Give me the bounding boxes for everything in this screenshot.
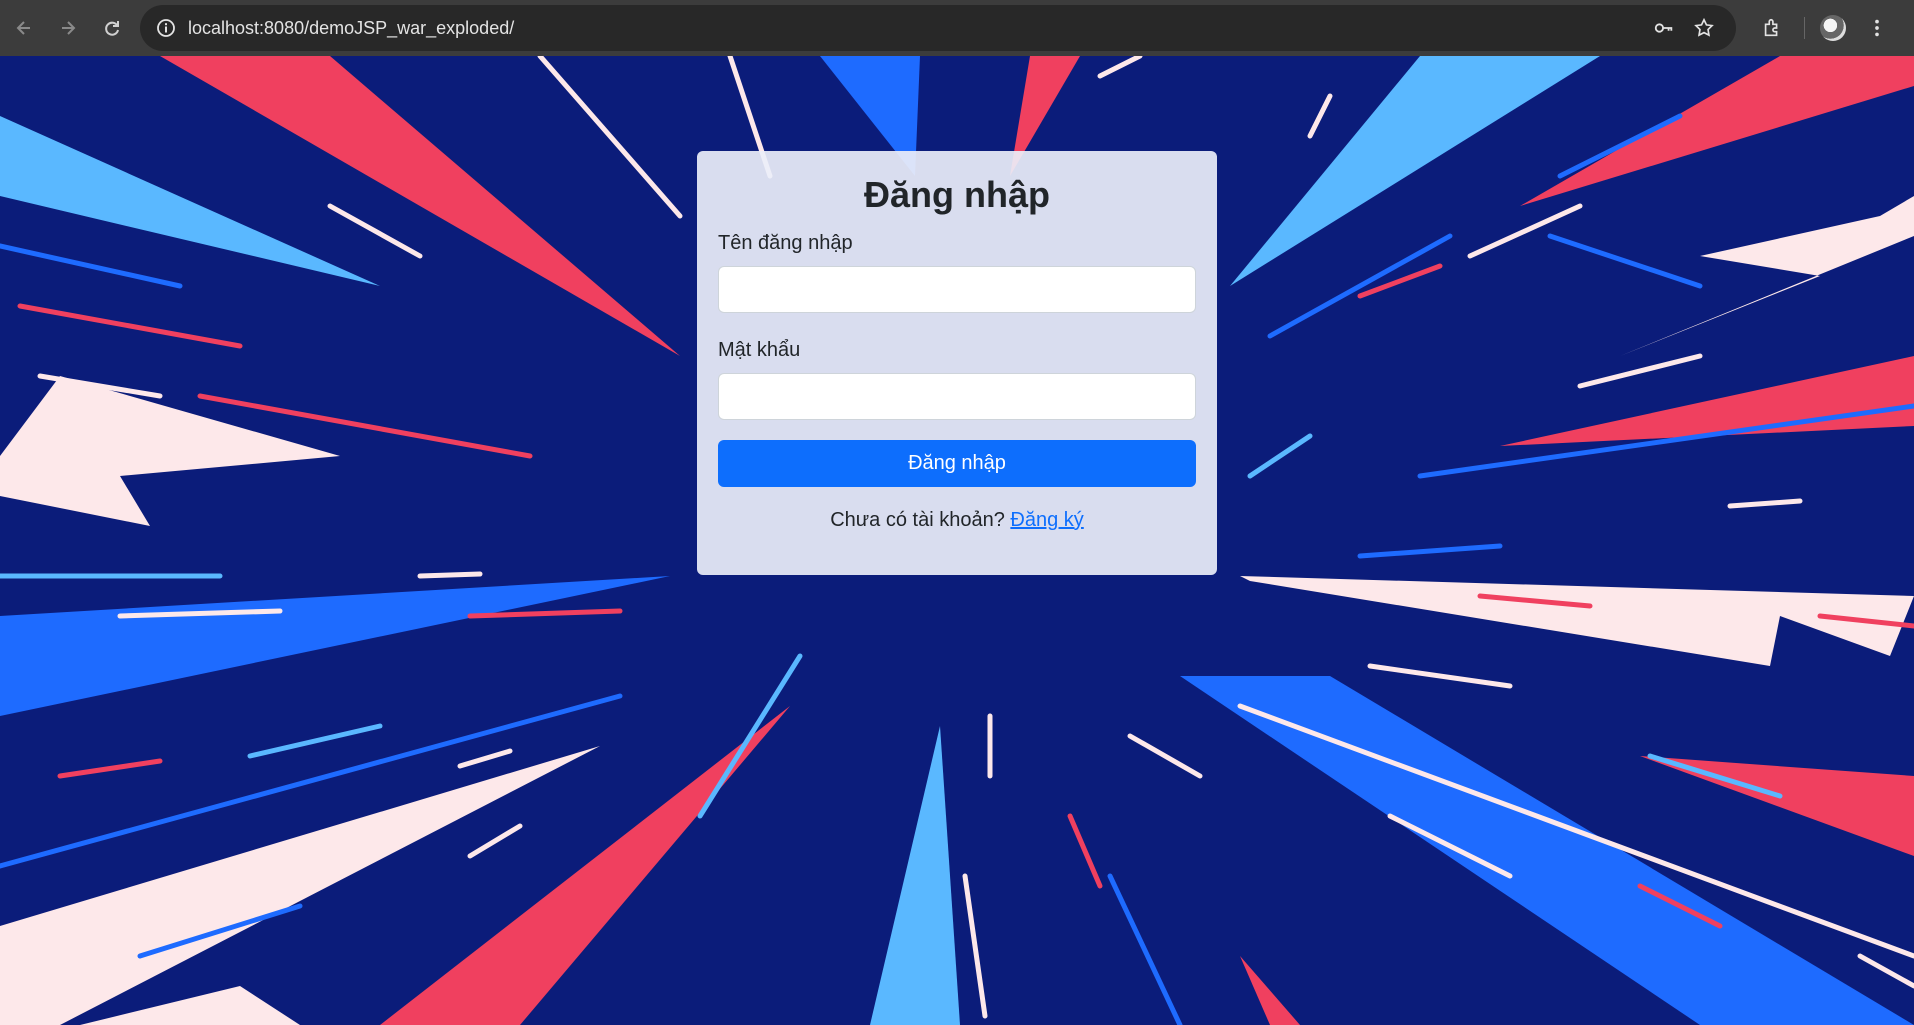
reload-button[interactable]	[92, 8, 132, 48]
password-label: Mật khẩu	[718, 339, 801, 361]
back-icon	[16, 21, 30, 35]
extensions-icon[interactable]	[1752, 8, 1792, 48]
login-card: Đăng nhập Tên đăng nhập Mật khẩu Đăng nh…	[697, 151, 1217, 575]
password-input[interactable]	[718, 373, 1196, 420]
profile-avatar-icon[interactable]	[1813, 8, 1853, 48]
no-account-text: Chưa có tài khoản?	[830, 509, 1005, 531]
username-input[interactable]	[718, 266, 1196, 313]
forward-button[interactable]	[48, 8, 88, 48]
address-bar[interactable]: localhost:8080/demoJSP_war_exploded/	[140, 5, 1736, 51]
register-link[interactable]: Đăng ký	[1010, 509, 1083, 531]
field-spacer	[718, 313, 1196, 336]
url-text[interactable]: localhost:8080/demoJSP_war_exploded/	[188, 18, 1642, 39]
register-prompt: Chưa có tài khoản? Đăng ký	[718, 509, 1196, 532]
site-info-icon[interactable]	[154, 16, 178, 40]
page-title: Đăng nhập	[864, 174, 1050, 215]
login-submit-button[interactable]: Đăng nhập	[718, 440, 1196, 487]
browser-toolbar: localhost:8080/demoJSP_war_exploded/	[0, 0, 1914, 56]
menu-kebab-icon[interactable]	[1857, 8, 1897, 48]
reload-icon	[105, 21, 119, 36]
back-button[interactable]	[4, 8, 44, 48]
bookmark-star-icon[interactable]	[1686, 10, 1722, 46]
password-key-icon[interactable]	[1646, 10, 1682, 46]
toolbar-divider	[1804, 17, 1805, 39]
forward-icon	[62, 21, 76, 35]
username-label: Tên đăng nhập	[718, 232, 853, 254]
